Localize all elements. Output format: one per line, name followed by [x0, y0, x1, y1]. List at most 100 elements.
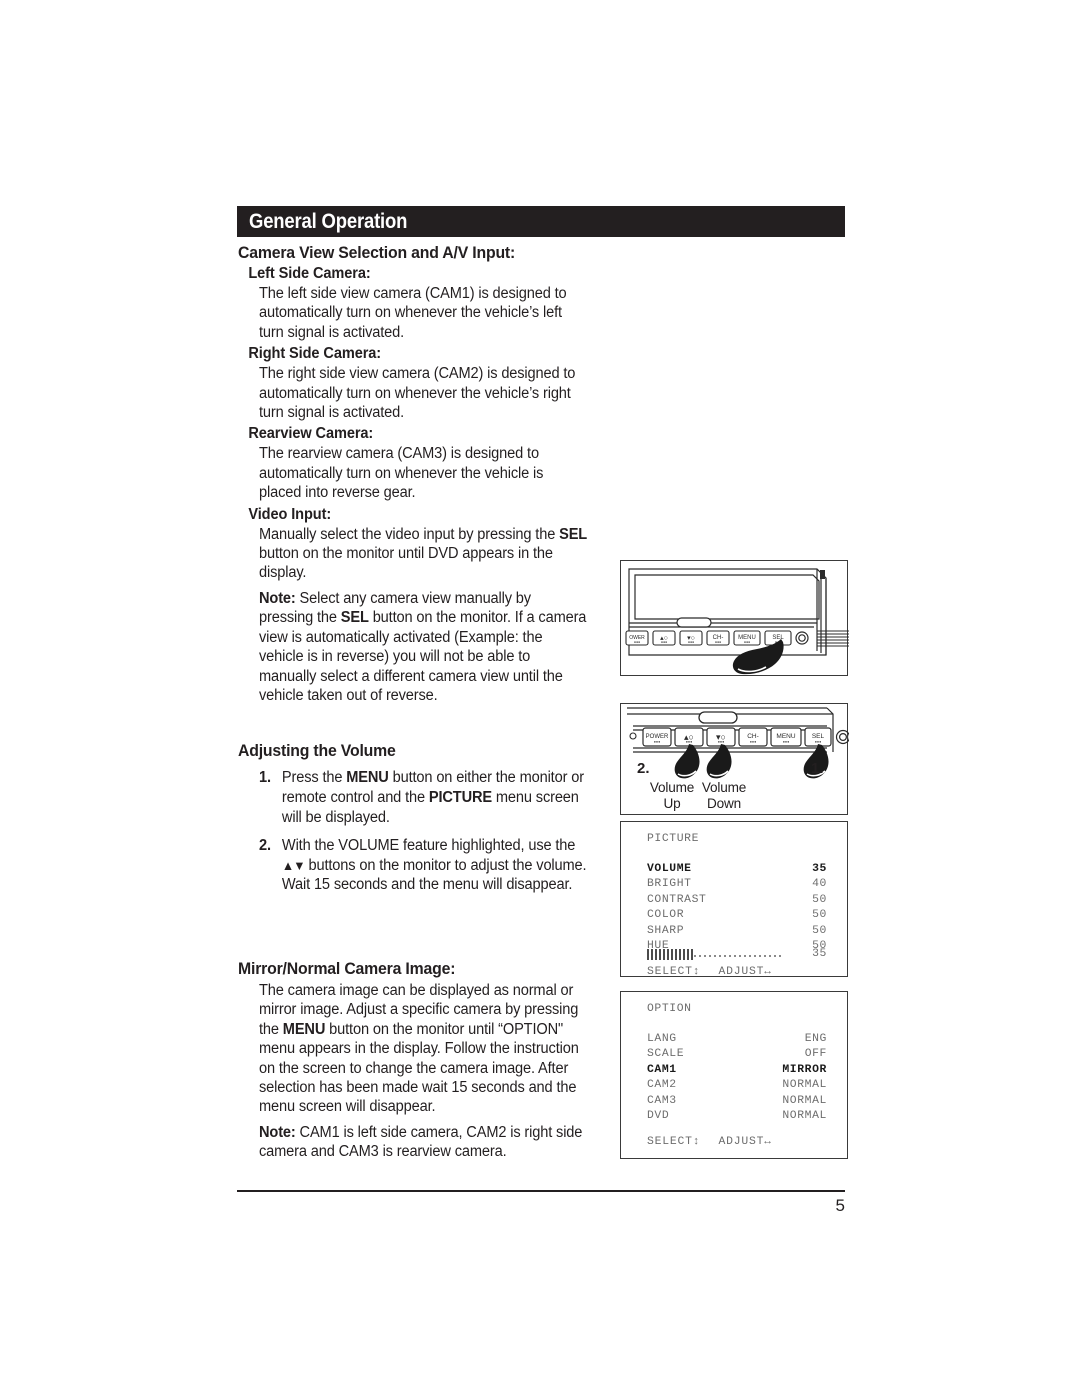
ir-window — [698, 711, 738, 724]
osd-row-sharp[interactable]: SHARP 50 — [647, 924, 827, 939]
osd-volume-bar-row: 35 — [647, 948, 827, 960]
osd-volume-bar-value: 35 — [812, 948, 827, 960]
osd-value-bright: 40 — [812, 878, 827, 891]
ir-window — [676, 617, 712, 628]
osd-value-lang: ENG — [804, 1033, 827, 1045]
document-page: General Operation Camera View Selection … — [0, 0, 1080, 1397]
note-label-camera-view: Note: — [259, 589, 296, 607]
page-title: General Operation — [249, 210, 408, 233]
paragraph-mirror-normal: The camera image can be displayed as nor… — [238, 981, 588, 1117]
note-text-mirror: CAM1 is left side camera, CAM2 is right … — [259, 1123, 583, 1161]
osd-picture-rows: VOLUME 35 BRIGHT 40 CONTRAST 50 COLOR 50… — [647, 862, 827, 954]
osd-picture-select-text: SELECT — [647, 966, 693, 978]
volume-figure-step-2-label: 2. — [637, 760, 650, 777]
footer-divider — [237, 1190, 845, 1192]
round-knob — [835, 729, 851, 745]
osd-row-cam3[interactable]: CAM3 NORMAL — [647, 1094, 827, 1109]
subheading-right-side-camera: Right Side Camera: — [248, 345, 382, 363]
svg-text:●●●: ●●● — [634, 640, 640, 644]
osd-row-scale[interactable]: SCALE OFF — [647, 1047, 827, 1062]
osd-row-color[interactable]: COLOR 50 — [647, 908, 827, 923]
osd-volume-bar-filled — [647, 948, 694, 960]
adjust-leftright-icon: ↔ — [764, 1136, 771, 1148]
svg-text:●●●: ●●● — [750, 740, 757, 744]
osd-picture-title: PICTURE — [647, 833, 700, 845]
paragraph-left-side-camera: The left side view camera (CAM1) is desi… — [259, 285, 567, 341]
volume-step-2-number: 2. — [259, 837, 271, 855]
volume-step-1: 1. Press the MENU button on either the mo… — [238, 768, 588, 827]
volume-step-1-picture-bold: PICTURE — [428, 788, 492, 806]
osd-row-contrast[interactable]: CONTRAST 50 — [647, 893, 827, 908]
osd-row-cam1[interactable]: CAM1 MIRROR — [647, 1063, 827, 1078]
osd-value-cam3: NORMAL — [782, 1094, 827, 1107]
osd-row-cam2[interactable]: CAM2 NORMAL — [647, 1078, 827, 1093]
pointing-hand-volume-up-icon — [674, 744, 700, 779]
svg-text:SEL: SEL — [812, 733, 825, 740]
osd-option: OPTION LANG ENG SCALE OFF CAM1 MIRROR CA… — [621, 992, 847, 1158]
spacer-before-mirror — [238, 904, 604, 937]
osd-value-cam2: NORMAL — [782, 1079, 827, 1092]
spacer-before-volume — [238, 708, 604, 741]
osd-row-dvd[interactable]: DVD NORMAL — [647, 1109, 827, 1124]
osd-option-adjust-text: ADJUST — [718, 1136, 765, 1148]
osd-row-lang[interactable]: LANG ENG — [647, 1032, 827, 1047]
svg-text:●●●: ●●● — [783, 740, 790, 744]
note-camera-view: Note: Select any camera view manually by… — [238, 589, 588, 705]
osd-row-bright[interactable]: BRIGHT 40 — [647, 877, 827, 892]
osd-label-scale: SCALE — [647, 1048, 685, 1061]
osd-value-volume: 35 — [812, 863, 827, 875]
svg-text:●●●: ●●● — [688, 640, 694, 644]
svg-text:●●●: ●●● — [654, 740, 661, 744]
svg-text:●●●: ●●● — [715, 640, 721, 644]
round-knob — [795, 631, 809, 645]
osd-option-select-hint: SELECT↕ — [647, 1136, 699, 1148]
subheading-rearview-camera: Rearview Camera: — [248, 425, 374, 443]
osd-value-contrast: 50 — [812, 893, 827, 906]
osd-option-footer: SELECT↕ ADJUST↔ — [647, 1136, 771, 1148]
osd-picture-adjust-text: ADJUST — [718, 966, 765, 978]
figure-monitor-volume-buttons: POWER ▴○ ▾○ CH- MENU SEL ●●● ●●● ●●● ●●●… — [620, 703, 851, 815]
osd-picture-adjust-hint: ADJUST↔ — [718, 966, 771, 978]
osd-picture: PICTURE VOLUME 35 BRIGHT 40 CONTRAST 50 … — [621, 822, 847, 978]
osd-label-lang: LANG — [647, 1033, 677, 1045]
monitor-sel-illustration: OWER ▴○ ▾○ CH- MENU SEL ●●● ●●● ●●● ●●● … — [625, 568, 849, 675]
osd-volume-bar[interactable] — [647, 948, 781, 960]
note-mirror-normal: Note: CAM1 is left side camera, CAM2 is … — [238, 1123, 588, 1162]
osd-picture-select-hint: SELECT↕ — [647, 966, 699, 978]
osd-value-dvd: NORMAL — [782, 1110, 827, 1123]
figure-option-menu: OPTION LANG ENG SCALE OFF CAM1 MIRROR CA… — [620, 991, 848, 1159]
svg-text:CH-: CH- — [747, 733, 759, 740]
osd-label-sharp: SHARP — [647, 924, 685, 937]
video-input-text-post: button on the monitor until DVD appears … — [259, 545, 553, 582]
volume-step-2: 2. With the VOLUME feature highlighted, u… — [238, 836, 588, 895]
section-heading-mirror-normal: Mirror/Normal Camera Image: — [238, 958, 456, 978]
video-input-sel-bold: SEL — [559, 525, 588, 543]
svg-text:●●●: ●●● — [744, 640, 750, 644]
volume-step-1-menu-bold: MENU — [346, 769, 389, 787]
caption-volume-down-line2: Down — [707, 796, 741, 811]
volume-figure-step-1-label: 1. — [811, 760, 824, 777]
paragraph-video-input: Manually select the video input by press… — [238, 525, 588, 583]
osd-label-cam1: CAM1 — [647, 1063, 677, 1076]
volume-step-2-pre: With the VOLUME feature highlighted, use… — [281, 837, 576, 855]
adjust-leftright-icon: ↔ — [764, 966, 771, 978]
subheading-video-input: Video Input: — [248, 505, 332, 523]
figure-monitor-sel-button: OWER ▴○ ▾○ CH- MENU SEL ●●● ●●● ●●● ●●● … — [620, 560, 849, 676]
section-heading-camera-view: Camera View Selection and A/V Input: — [238, 243, 516, 262]
volume-step-1-number: 1. — [259, 769, 271, 787]
note-label-mirror: Note: — [259, 1123, 296, 1141]
osd-label-dvd: DVD — [647, 1110, 670, 1123]
osd-value-sharp: 50 — [812, 924, 827, 937]
pointing-hand-volume-down-icon — [706, 744, 732, 779]
osd-label-contrast: CONTRAST — [647, 893, 707, 906]
svg-text:●●●: ●●● — [815, 740, 822, 744]
chapter-banner: General Operation — [237, 206, 845, 237]
osd-label-cam2: CAM2 — [647, 1079, 677, 1092]
mirror-menu-bold: MENU — [282, 1020, 326, 1038]
note-sel-bold: SEL — [340, 609, 369, 627]
osd-option-adjust-hint: ADJUST↔ — [718, 1136, 771, 1148]
osd-row-volume[interactable]: VOLUME 35 — [647, 862, 827, 877]
spacer-before-mirror-2 — [238, 937, 604, 959]
osd-value-scale: OFF — [804, 1048, 827, 1061]
left-indicator — [629, 732, 637, 740]
